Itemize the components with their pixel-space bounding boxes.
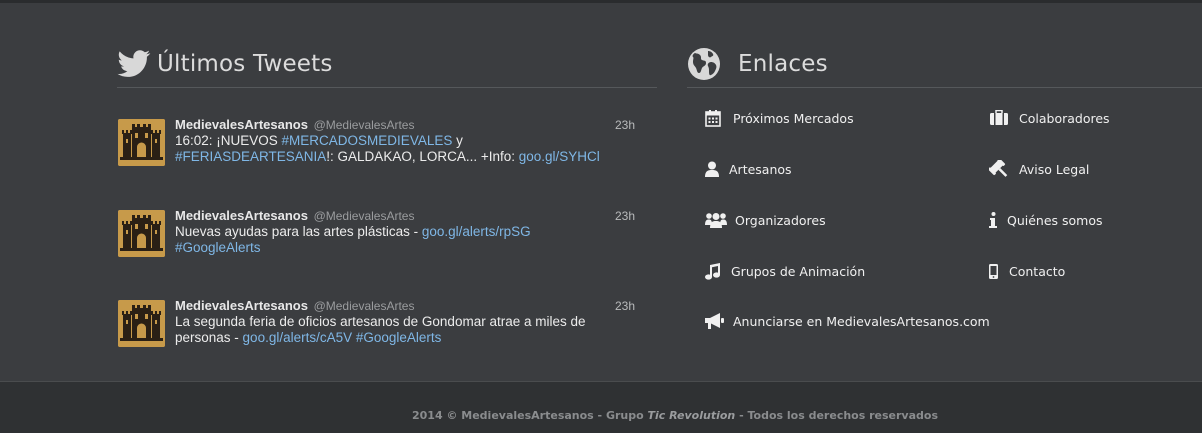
globe-icon [687, 47, 738, 81]
footer-widgets-area: Últimos Tweets MedievalesArtesanos @Medi… [0, 3, 1202, 381]
gavel-icon [989, 160, 1013, 178]
briefcase-icon [989, 109, 1013, 127]
tweet-text-segment: !: GALDAKAO, LORCA... +Info: [326, 149, 519, 164]
link-label: Colaboradores [1019, 110, 1110, 126]
avatar[interactable] [118, 300, 165, 347]
tweet-timestamp[interactable]: 23h [615, 208, 635, 224]
tweet-author-handle[interactable]: @MedievalesArtes [314, 118, 415, 132]
tweet-author-name[interactable]: MedievalesArtesanos [175, 298, 308, 313]
links-section-title: Enlaces [738, 51, 828, 77]
tweet-author-name[interactable]: MedievalesArtesanos [175, 208, 308, 223]
tweet-timestamp[interactable]: 23h [615, 298, 635, 314]
tweet-author-name[interactable]: MedievalesArtesanos [175, 117, 308, 132]
link-label: Contacto [1009, 263, 1066, 279]
mobile-icon [989, 262, 1003, 280]
tweet-timestamp[interactable]: 23h [615, 117, 635, 133]
tweet-author-handle[interactable]: @MedievalesArtes [314, 209, 415, 223]
user-icon [705, 160, 723, 178]
url-link[interactable]: goo.gl/alerts/cA5V [243, 330, 353, 345]
tweets-section-title: Últimos Tweets [157, 51, 333, 77]
link-quienes-somos[interactable]: Quiénes somos [989, 211, 1103, 229]
link-artesanos[interactable]: Artesanos [705, 160, 792, 178]
tweet-text-segment: Nuevas ayudas para las artes plásticas - [175, 224, 422, 239]
copyright-prefix: 2014 © MedievalesArtesanos - Grupo [412, 409, 648, 422]
link-aviso-legal[interactable]: Aviso Legal [989, 160, 1089, 178]
tweet-header: MedievalesArtesanos @MedievalesArtes 23h [175, 117, 635, 133]
avatar[interactable] [118, 210, 165, 257]
tweet-text-segment: personas - [175, 330, 243, 345]
tweet-header: MedievalesArtesanos @MedievalesArtes 23h [175, 298, 635, 314]
link-label: Organizadores [735, 212, 826, 228]
avatar[interactable] [118, 119, 165, 166]
url-link[interactable]: goo.gl/SYHCl [519, 149, 600, 164]
tweet-text-segment: La segunda feria de oficios artesanos de… [175, 314, 586, 329]
page-footer: 2014 © MedievalesArtesanos - Grupo Tic R… [0, 381, 1202, 433]
link-label: Anunciarse en MedievalesArtesanos.com [733, 313, 990, 329]
company-link[interactable]: Tic Revolution [648, 409, 736, 422]
link-grupos-de-animacion[interactable]: Grupos de Animación [705, 262, 865, 280]
twitter-bird-icon [117, 47, 157, 81]
tweet-text: Nuevas ayudas para las artes plásticas -… [175, 224, 635, 256]
link-label: Próximos Mercados [733, 110, 854, 126]
tweet-text-segment: 16:02: ¡NUEVOS [175, 133, 282, 148]
users-icon [705, 211, 729, 229]
tweet-body: MedievalesArtesanos @MedievalesArtes 23h… [175, 298, 635, 346]
tweet-author-handle[interactable]: @MedievalesArtes [314, 299, 415, 313]
tweet-text: 16:02: ¡NUEVOS #MERCADOSMEDIEVALES y #FE… [175, 133, 635, 165]
link-colaboradores[interactable]: Colaboradores [989, 109, 1110, 127]
calendar-icon [705, 109, 727, 127]
hashtag-link[interactable]: #FERIASDEARTESANIA [175, 149, 326, 164]
link-label: Aviso Legal [1019, 161, 1090, 177]
link-label: Quiénes somos [1007, 212, 1103, 228]
bullhorn-icon [705, 312, 727, 330]
tweet-body: MedievalesArtesanos @MedievalesArtes 23h… [175, 117, 635, 165]
link-label: Grupos de Animación [731, 263, 866, 279]
link-contacto[interactable]: Contacto [989, 262, 1065, 280]
copyright-text: 2014 © MedievalesArtesanos - Grupo Tic R… [0, 409, 1202, 422]
hashtag-link[interactable]: #MERCADOSMEDIEVALES [282, 133, 453, 148]
info-icon [989, 211, 1001, 229]
tweet-header: MedievalesArtesanos @MedievalesArtes 23h [175, 208, 635, 224]
tweet-body: MedievalesArtesanos @MedievalesArtes 23h… [175, 208, 635, 256]
links-section-header: Enlaces [687, 41, 1202, 88]
link-anunciarse[interactable]: Anunciarse en MedievalesArtesanos.com [705, 312, 990, 330]
link-proximos-mercados[interactable]: Próximos Mercados [705, 109, 854, 127]
url-link[interactable]: goo.gl/alerts/rpSG [422, 224, 531, 239]
link-organizadores[interactable]: Organizadores [705, 211, 826, 229]
links-section: Enlaces Próximos Mercados Colaboradores [687, 41, 1202, 329]
hashtag-link[interactable]: #GoogleAlerts [356, 330, 442, 345]
tweet-text: La segunda feria de oficios artesanos de… [175, 314, 635, 346]
hashtag-link[interactable]: #GoogleAlerts [175, 240, 261, 255]
copyright-suffix: - Todos los derechos reservados [735, 409, 938, 422]
tweets-section-header: Últimos Tweets [117, 41, 657, 88]
music-icon [705, 262, 725, 280]
tweets-section: Últimos Tweets MedievalesArtesanos @Medi… [117, 41, 657, 347]
link-label: Artesanos [729, 161, 792, 177]
tweet-text-segment: y [452, 133, 463, 148]
